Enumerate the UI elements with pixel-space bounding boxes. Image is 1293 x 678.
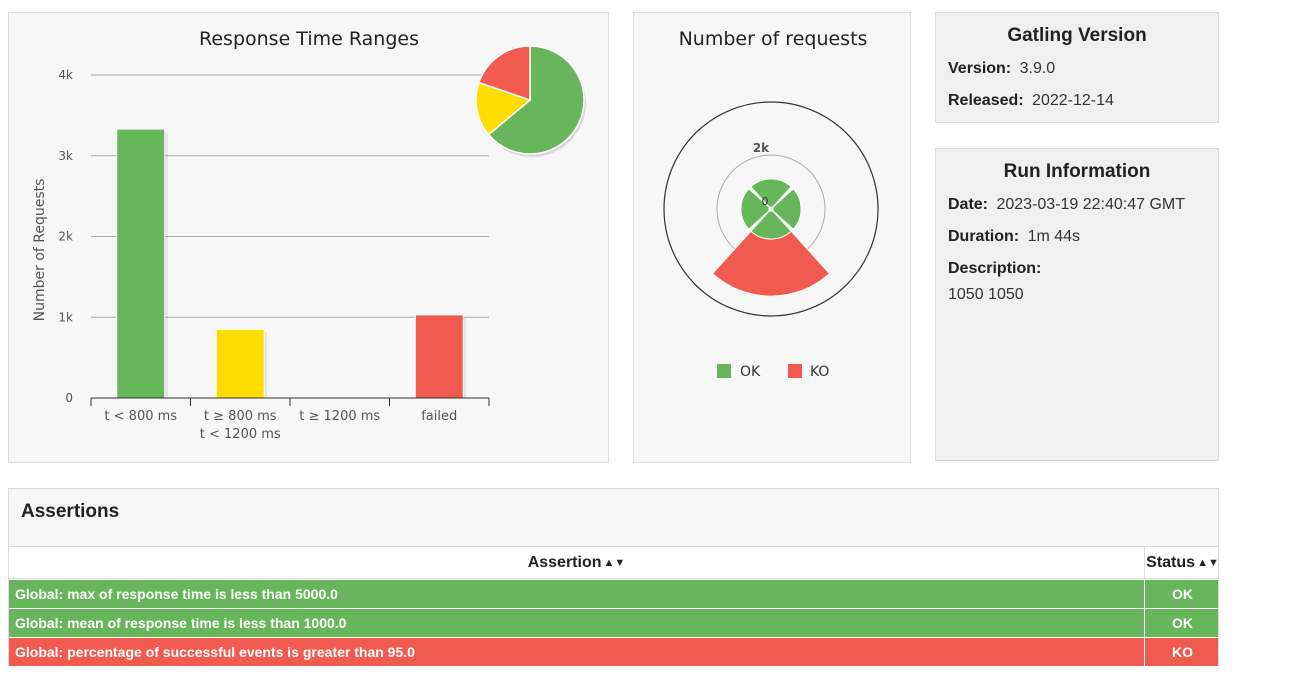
assertion-status: KO bbox=[1144, 638, 1220, 666]
polar-tick-0: 0 bbox=[762, 195, 769, 208]
assertion-text: Global: percentage of successful events … bbox=[15, 644, 415, 660]
assertion-column-header[interactable]: Assertion ▲▼ bbox=[9, 547, 1144, 578]
polar-wedge-ko[interactable] bbox=[711, 230, 831, 297]
assertions-panel: Assertions Assertion ▲▼ Status ▲▼ Global: … bbox=[8, 488, 1220, 667]
table-row: Global: max of response time is less tha… bbox=[9, 580, 1218, 609]
version-line: Version: 3.9.0 bbox=[948, 60, 1055, 78]
status-column-header[interactable]: Status ▲▼ bbox=[1144, 547, 1220, 578]
bar[interactable] bbox=[215, 328, 265, 399]
bar[interactable] bbox=[414, 314, 464, 399]
date-label: Date: bbox=[948, 196, 989, 213]
legend-ko-label: KO bbox=[810, 364, 829, 380]
sort-icon[interactable]: ▲▼ bbox=[1197, 557, 1219, 569]
response-time-ranges-chart: Response Time Ranges Number of Requests … bbox=[32, 28, 586, 442]
table-row: Global: percentage of successful events … bbox=[9, 638, 1218, 667]
table-row: Global: mean of response time is less th… bbox=[9, 609, 1218, 638]
number-of-requests-panel: Number of requests 2k 0 OK KO bbox=[633, 12, 911, 463]
released-value: 2022-12-14 bbox=[1032, 92, 1114, 109]
assertion-status: OK bbox=[1144, 580, 1220, 608]
date-line: Date: 2023-03-19 22:40:47 GMT bbox=[948, 196, 1185, 214]
polar-tick-2k: 2k bbox=[753, 141, 770, 155]
date-value: 2023-03-19 22:40:47 GMT bbox=[996, 196, 1186, 213]
assertions-title: Assertions bbox=[21, 501, 120, 522]
bar[interactable] bbox=[116, 128, 166, 399]
assertions-header: Assertions bbox=[9, 489, 1218, 547]
x-tick-label: t < 800 ms bbox=[104, 409, 177, 424]
y-axis-label: Number of Requests bbox=[32, 179, 48, 322]
description-line: Description: bbox=[948, 260, 1045, 278]
status-column-label: Status bbox=[1146, 554, 1196, 571]
version-label: Version: bbox=[948, 60, 1012, 77]
number-of-requests-title: Number of requests bbox=[679, 28, 868, 50]
x-tick-label: t ≥ 800 ms bbox=[204, 409, 277, 424]
y-tick-label: 3k bbox=[58, 149, 73, 163]
table-header-row: Assertion ▲▼ Status ▲▼ bbox=[9, 547, 1220, 579]
run-information-title: Run Information bbox=[1003, 161, 1151, 182]
released-label: Released: bbox=[948, 92, 1024, 109]
x-tick-label: t < 1200 ms bbox=[200, 427, 281, 442]
x-tick-label: failed bbox=[421, 409, 457, 424]
number-of-requests-chart: Number of requests 2k 0 OK KO bbox=[663, 28, 879, 380]
sort-icon[interactable]: ▲▼ bbox=[604, 557, 626, 569]
assertion-text: Global: max of response time is less tha… bbox=[15, 586, 338, 602]
y-tick-label: 1k bbox=[58, 310, 73, 324]
y-tick-label: 2k bbox=[58, 230, 73, 244]
released-line: Released: 2022-12-14 bbox=[948, 92, 1114, 110]
legend-ok-swatch bbox=[717, 364, 731, 378]
assertion-column-label: Assertion bbox=[527, 554, 602, 571]
y-tick-label: 4k bbox=[58, 68, 73, 82]
duration-value: 1m 44s bbox=[1027, 228, 1081, 245]
run-information-panel: Run Information Date: 2023-03-19 22:40:4… bbox=[935, 148, 1219, 461]
assertion-text: Global: mean of response time is less th… bbox=[15, 615, 347, 631]
description-value: 1050 1050 bbox=[948, 286, 1024, 303]
legend-ko-swatch bbox=[788, 364, 802, 378]
description-label: Description: bbox=[948, 260, 1042, 277]
gatling-version-panel: Gatling Version Version: 3.9.0 Released:… bbox=[935, 12, 1219, 123]
legend-ko[interactable]: KO bbox=[788, 364, 829, 380]
legend-ok-label: OK bbox=[740, 364, 761, 380]
duration-line: Duration: 1m 44s bbox=[948, 228, 1080, 246]
assertion-status: OK bbox=[1144, 609, 1220, 637]
duration-label: Duration: bbox=[948, 228, 1020, 245]
x-tick-label: t ≥ 1200 ms bbox=[299, 409, 380, 424]
y-tick-label: 0 bbox=[65, 391, 73, 405]
gatling-version-title: Gatling Version bbox=[1007, 25, 1147, 46]
legend-ok[interactable]: OK bbox=[717, 364, 761, 380]
version-value: 3.9.0 bbox=[1019, 60, 1056, 77]
response-time-ranges-panel: Response Time Ranges Number of Requests … bbox=[8, 12, 609, 463]
response-time-ranges-title: Response Time Ranges bbox=[199, 28, 419, 50]
